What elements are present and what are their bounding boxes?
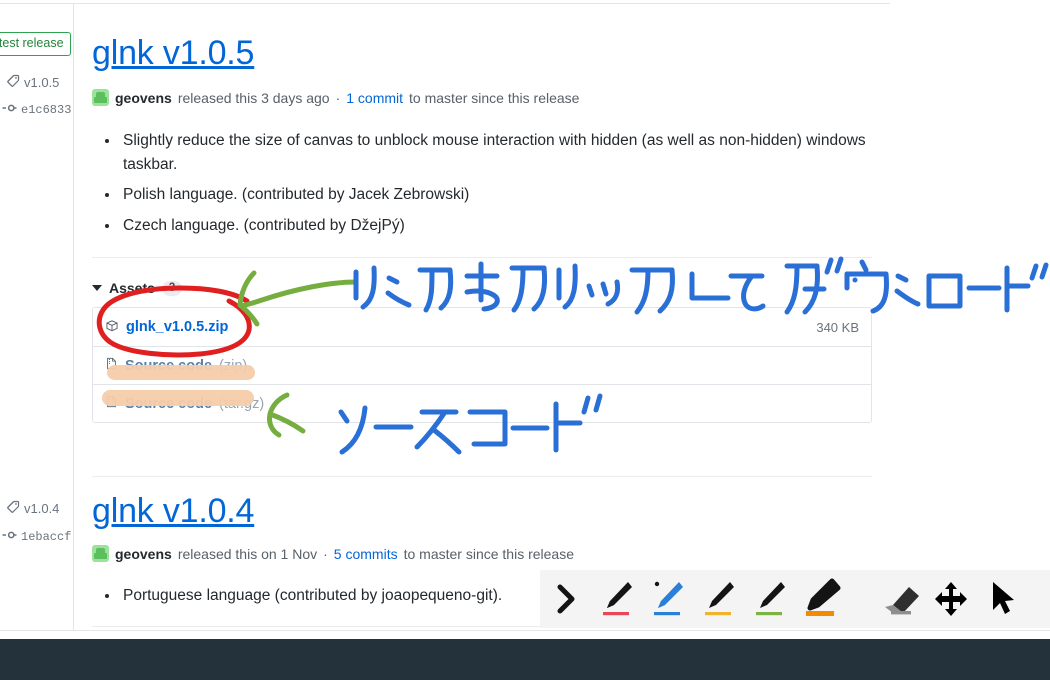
assets-heading: Assets	[109, 280, 155, 296]
byline-separator: ·	[335, 89, 341, 106]
sidebar-tag-v104[interactable]: v1.0.4	[6, 500, 59, 517]
sidebar-tag-label: v1.0.4	[24, 501, 60, 516]
commit-count-link[interactable]: 1 commit	[346, 90, 403, 106]
release-date-text: released this on 1 Nov	[177, 545, 318, 562]
sidebar-commit-1ebaccf[interactable]: 1ebaccf	[2, 528, 71, 546]
annotation-toolbar[interactable]	[540, 570, 1050, 628]
package-icon	[105, 318, 119, 337]
divider	[92, 476, 872, 477]
pen-green-button[interactable]	[744, 570, 795, 628]
cursor-arrow-icon	[992, 582, 1014, 614]
chevron-right-icon	[557, 584, 574, 614]
asset-size: 340 KB	[816, 319, 859, 335]
latest-release-badge: Latest release	[0, 32, 71, 56]
bottom-dark-bar	[0, 639, 1050, 680]
pen-icon	[653, 581, 683, 616]
page-root: Latest release v1.0.5 e1c6833 v1.0.4 1eb…	[0, 0, 1050, 680]
release-meta-sidebar: Latest release v1.0.5 e1c6833 v1.0.4 1eb…	[0, 4, 74, 630]
pen-icon	[755, 582, 785, 616]
asset-name[interactable]: glnk_v1.0.5.zip	[105, 318, 228, 337]
commit-suffix-text: to master since this release	[403, 545, 574, 562]
eraser-icon	[884, 587, 919, 615]
byline-separator: ·	[323, 545, 328, 562]
avatar	[92, 89, 109, 106]
pen-icon	[704, 582, 734, 616]
table-row[interactable]: glnk_v1.0.5.zip 340 KB	[93, 308, 871, 346]
pen-icon	[602, 582, 632, 616]
select-button[interactable]	[976, 570, 1027, 628]
highlight-mark-source-zip	[107, 365, 255, 380]
sidebar-commit-e1c6833[interactable]: e1c6833	[2, 101, 71, 119]
highlight-mark-source-targz	[102, 390, 254, 406]
pen-yellow-button[interactable]	[693, 570, 744, 628]
avatar	[92, 545, 109, 562]
sidebar-tag-label: v1.0.5	[24, 75, 60, 90]
commit-icon	[2, 528, 17, 546]
release-author[interactable]: geovens	[115, 90, 172, 106]
bottom-divider	[0, 630, 1050, 631]
commit-icon	[2, 101, 17, 119]
move-button[interactable]	[925, 570, 976, 628]
sidebar-tag-v105[interactable]: v1.0.5	[6, 74, 59, 91]
commit-count-link[interactable]: 5 commits	[334, 546, 398, 562]
release-title-v105[interactable]: glnk v1.0.5	[92, 36, 254, 70]
assets-count-badge: 3	[161, 280, 183, 296]
release-title-v104[interactable]: glnk v1.0.4	[92, 494, 254, 528]
highlighter-icon	[805, 578, 840, 616]
pen-blue-button[interactable]	[642, 570, 693, 628]
release-author[interactable]: geovens	[115, 546, 172, 562]
release-date-text: released this 3 days ago	[177, 89, 330, 106]
assets-toggle[interactable]: Assets 3	[92, 280, 183, 296]
eraser-button[interactable]	[874, 570, 925, 628]
commit-suffix-text: to master since this release	[409, 89, 580, 106]
list-item: Polish language. (contributed by Jacek Z…	[120, 183, 872, 207]
release-list: glnk v1.0.5 geovens released this 3 days…	[75, 4, 890, 630]
tag-icon	[6, 74, 20, 91]
move-arrows-icon	[934, 582, 967, 616]
sidebar-commit-label: 1ebaccf	[21, 530, 72, 544]
list-item: Czech language. (contributed by DžejPý)	[120, 214, 872, 238]
release-notes-v105: Slightly reduce the size of canvas to un…	[92, 129, 872, 244]
highlighter-orange-button[interactable]	[795, 570, 846, 628]
list-item: Slightly reduce the size of canvas to un…	[120, 129, 872, 176]
release-byline-v104: geovens released this on 1 Nov · 5 commi…	[92, 545, 574, 562]
sidebar-commit-label: e1c6833	[21, 103, 72, 117]
tag-icon	[6, 500, 20, 517]
asset-label[interactable]: glnk_v1.0.5.zip	[126, 319, 228, 335]
divider	[92, 257, 872, 258]
collapse-toolbar-button[interactable]	[540, 570, 591, 628]
caret-down-icon	[92, 285, 102, 291]
pen-red-button[interactable]	[591, 570, 642, 628]
release-byline-v105: geovens released this 3 days ago · 1 com…	[92, 89, 579, 106]
